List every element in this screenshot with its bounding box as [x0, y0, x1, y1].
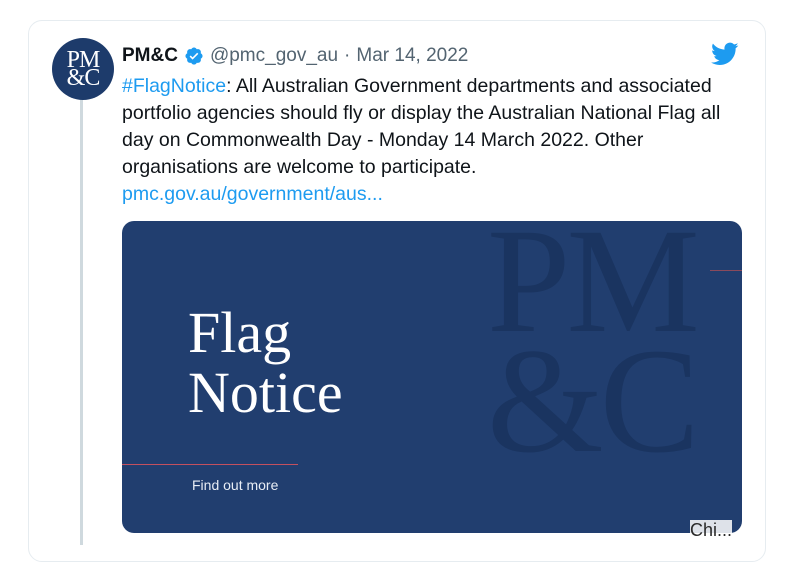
media-top-accent-line — [710, 270, 742, 271]
media-title: Flag Notice — [188, 300, 343, 425]
verified-badge-icon — [185, 47, 203, 65]
thread-line — [80, 100, 83, 545]
separator-dot: · — [344, 45, 351, 66]
media-accent-line — [122, 464, 298, 465]
hashtag-link[interactable]: #FlagNotice — [122, 75, 226, 97]
tweet-header: PM&C @pmc_gov_au · Mar 14, 2022 — [122, 44, 468, 68]
author-handle[interactable]: @pmc_gov_au — [210, 45, 338, 67]
tweet-url-link[interactable]: pmc.gov.au/government/aus... — [122, 181, 747, 208]
avatar[interactable]: PM &C — [52, 38, 114, 100]
author-name[interactable]: PM&C — [122, 45, 178, 67]
avatar-logo-text: PM &C — [66, 47, 101, 91]
media-watermark-logo: PM &C — [487, 221, 700, 484]
corner-watermark-text: Chi... — [690, 520, 733, 541]
twitter-bird-icon[interactable] — [709, 40, 741, 68]
tweet-body: #FlagNotice: All Australian Government d… — [122, 73, 747, 208]
media-card[interactable]: PM &C Flag Notice Find out more — [122, 221, 742, 533]
tweet-date[interactable]: Mar 14, 2022 — [356, 45, 468, 67]
find-out-more-link[interactable]: Find out more — [192, 477, 278, 493]
